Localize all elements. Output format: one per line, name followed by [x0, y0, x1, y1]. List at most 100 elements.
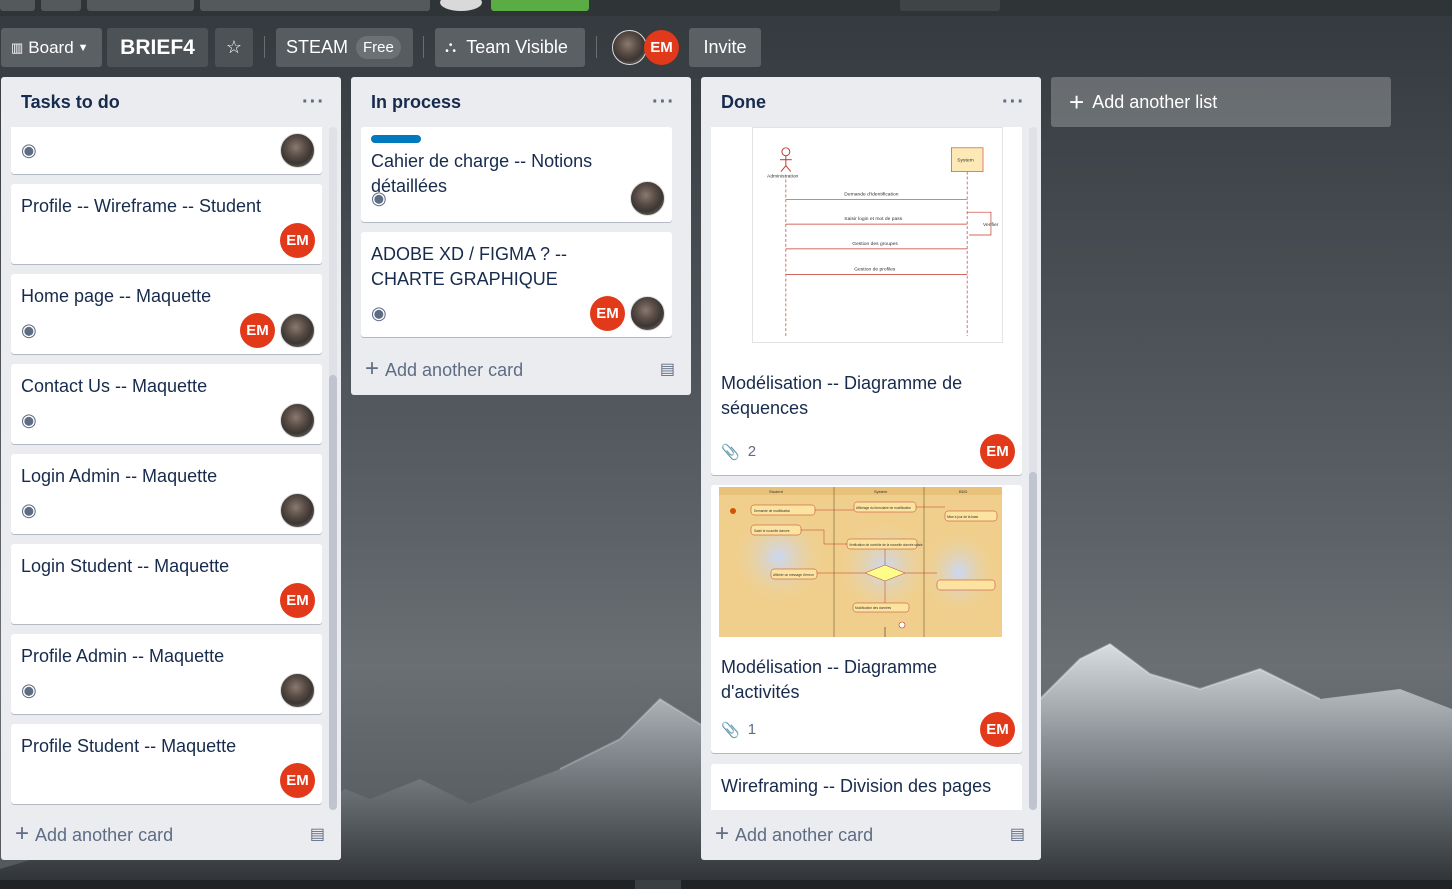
divider [423, 36, 424, 58]
scrollbar-thumb[interactable] [329, 375, 337, 810]
card[interactable]: ADOBE XD / FIGMA ? -- CHARTE GRAPHIQUE ◉… [361, 232, 672, 337]
activity-node: Vérification de contrôle de la nouvelle … [849, 543, 923, 547]
message-label: Saisir login et mot de pass [844, 216, 902, 222]
card[interactable]: Cahier de charge -- Notions détaillées ◉ [361, 127, 672, 222]
list-scrollbar[interactable] [329, 127, 337, 810]
card-badges: 📎 2 EM [721, 434, 1015, 469]
upgrade-button[interactable] [491, 0, 589, 11]
divider [264, 36, 265, 58]
member-avatar: EM [280, 223, 315, 258]
actor-label: Administration [767, 174, 799, 180]
eye-icon: ◉ [21, 500, 37, 520]
add-card-button[interactable]: + Add another card ▤ [15, 814, 325, 854]
visibility-label: Team Visible [466, 37, 568, 57]
card[interactable]: Home page -- Maquette ◉ EM [11, 274, 322, 354]
card[interactable]: Login Admin -- Maquette ◉ [11, 454, 322, 534]
card-title: Home page -- Maquette [21, 286, 212, 306]
list-title[interactable]: Tasks to do [21, 92, 120, 113]
board-icon: ▥ [11, 39, 24, 55]
member-avatar[interactable] [612, 30, 647, 65]
sequence-diagram-cover[interactable]: Administration System Demande d'Identifi… [752, 127, 1003, 343]
card-template-icon[interactable]: ▤ [310, 824, 325, 844]
visibility-button[interactable]: ⛬ Team Visible [435, 28, 585, 67]
list-menu-button[interactable]: ··· [652, 91, 675, 114]
top-navbar [0, 0, 1452, 16]
eye-icon: ◉ [21, 680, 37, 700]
add-card-button[interactable]: + Add another card ▤ [365, 349, 675, 389]
list-menu-button[interactable]: ··· [302, 91, 325, 114]
mascot-icon [440, 0, 482, 11]
attachment-count: 2 [747, 443, 757, 460]
invite-button[interactable]: Invite [689, 28, 761, 67]
card-title: Modélisation -- Diagramme d'activités [721, 657, 938, 702]
board-title[interactable]: BRIEF4 [107, 28, 208, 67]
board-menu-label: Board [28, 37, 74, 57]
card-template-icon[interactable]: ▤ [660, 359, 675, 379]
member-avatar: EM [980, 712, 1015, 747]
scrollbar-thumb[interactable] [1029, 472, 1037, 810]
card-title: Modélisation -- Diagramme de séquences [721, 373, 963, 418]
activity-node: Saisir le nouvelle donnée [754, 529, 790, 533]
message-label: Verifier [983, 222, 999, 228]
card-badges: EM [21, 583, 315, 618]
list-menu-button[interactable]: ··· [1002, 91, 1025, 114]
board-menu-button[interactable]: ▥ Board ▼ [1, 28, 102, 67]
member-avatar [280, 493, 315, 528]
star-button[interactable]: ☆ [215, 28, 253, 67]
card-label-blue [371, 135, 421, 143]
list-header: In process ··· [351, 77, 691, 127]
card[interactable]: ◉ [11, 127, 322, 174]
home-button[interactable] [41, 0, 81, 11]
board-header: ▥ Board ▼ BRIEF4 ☆ STEAM Free ⛬ Team Vis… [0, 26, 1452, 70]
member-avatar [630, 181, 665, 216]
card[interactable]: Profile Student -- Maquette EM [11, 724, 322, 804]
attachment-badge: 📎 2 [721, 443, 756, 461]
message-label: Gestion des groupes [852, 241, 898, 247]
card[interactable]: Login Student -- Maquette EM [11, 544, 322, 624]
card[interactable]: Profile -- Wireframe -- Student EM [11, 184, 322, 264]
list-title[interactable]: Done [721, 92, 766, 113]
list-title[interactable]: In process [371, 92, 461, 113]
team-name: STEAM [286, 37, 349, 57]
scrollbar-thumb[interactable] [635, 880, 681, 889]
plus-icon: + [1069, 86, 1085, 117]
card-badges: EM [21, 763, 315, 798]
boards-button[interactable] [87, 0, 194, 11]
list-tasks-to-do: Tasks to do ··· ◉ Profile -- Wireframe -… [1, 77, 341, 860]
add-list-label: Add another list [1092, 91, 1218, 112]
card-title: Profile Student -- Maquette [21, 736, 237, 756]
card[interactable]: Wireframing -- Division des pages [711, 764, 1022, 810]
lane-label: BDD [959, 489, 968, 494]
card[interactable]: Profile Admin -- Maquette ◉ [11, 634, 322, 714]
card-badges: ◉ EM [371, 296, 665, 331]
eye-icon: ◉ [21, 410, 37, 430]
card-template-icon[interactable]: ▤ [1010, 824, 1025, 844]
plus-icon: + [15, 820, 30, 847]
search-input[interactable] [200, 0, 430, 11]
list-header: Tasks to do ··· [1, 77, 341, 127]
attachment-badge: 📎 1 [721, 721, 756, 739]
plus-icon: + [715, 820, 730, 847]
card-badges: ◉ [21, 493, 315, 528]
horizontal-scrollbar[interactable] [0, 880, 1452, 889]
add-card-label: Add another card [735, 825, 874, 845]
activity-node: Affichage du formulaire de modification [856, 506, 911, 510]
card[interactable]: Contact Us -- Maquette ◉ [11, 364, 322, 444]
add-card-button[interactable]: + Add another card ▤ [715, 814, 1025, 854]
card-badges: 📎 1 EM [721, 712, 1015, 747]
paperclip-icon: 📎 [721, 443, 740, 461]
apps-button[interactable] [0, 0, 35, 11]
lane-label: System [874, 489, 888, 494]
add-list-button[interactable]: + Add another list [1051, 77, 1391, 127]
card-badges: ◉ [21, 403, 315, 438]
member-avatar: EM [280, 583, 315, 618]
card-badges: ◉ EM [21, 313, 315, 348]
eye-icon: ◉ [371, 188, 387, 208]
activity-node: Modification des données [855, 606, 892, 610]
member-avatar[interactable]: EM [644, 30, 679, 65]
activity-node: Mise à jour de la base [947, 515, 978, 519]
activity-diagram-cover[interactable]: Student System BDD Demande de modificati… [719, 487, 1002, 637]
list-scrollbar[interactable] [1029, 127, 1037, 810]
card-title: Login Student -- Maquette [21, 556, 230, 576]
team-button[interactable]: STEAM Free [276, 28, 413, 67]
